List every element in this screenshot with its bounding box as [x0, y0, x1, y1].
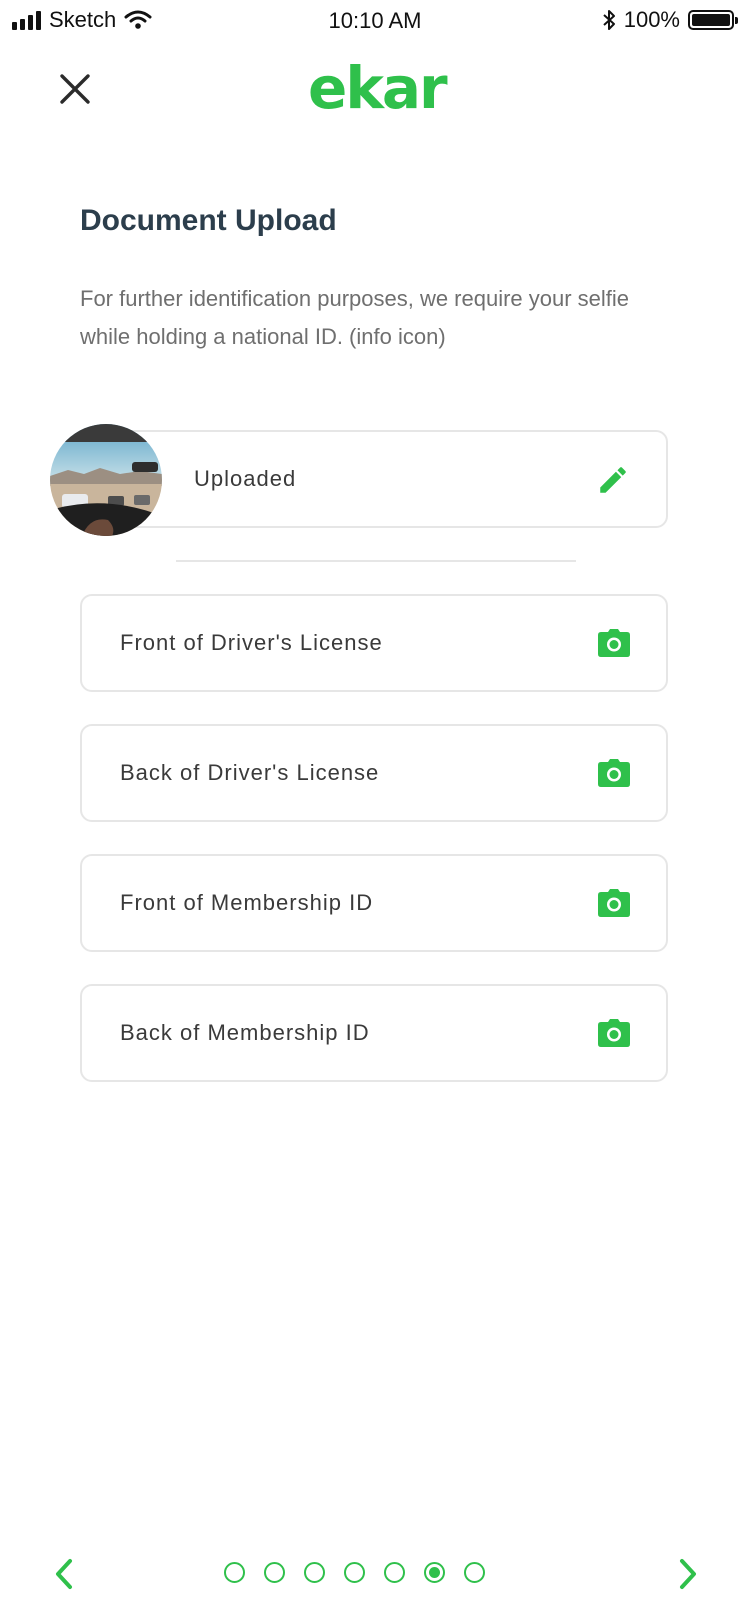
doc-card-front-membership-id[interactable]: Front of Membership ID: [80, 854, 668, 952]
doc-card-back-membership-id[interactable]: Back of Membership ID: [80, 984, 668, 1082]
doc-card-label: Back of Driver's License: [120, 760, 380, 785]
doc-card-label: Front of Membership ID: [120, 890, 374, 915]
doc-card-back-driver-license[interactable]: Back of Driver's License: [80, 724, 668, 822]
camera-icon[interactable]: [598, 759, 630, 787]
step-dot[interactable]: [384, 1562, 405, 1583]
camera-icon[interactable]: [598, 1019, 630, 1047]
battery-icon: [688, 10, 738, 30]
ekar-logo: ekar: [308, 54, 448, 122]
pencil-icon[interactable]: [596, 463, 630, 497]
step-dot[interactable]: [304, 1562, 325, 1583]
chevron-left-icon[interactable]: [50, 1556, 80, 1592]
camera-icon[interactable]: [598, 889, 630, 917]
selfie-upload-card[interactable]: Uploaded: [80, 430, 668, 528]
selfie-status-label: Uploaded: [194, 466, 297, 491]
doc-card-label: Front of Driver's License: [120, 630, 383, 655]
step-dot[interactable]: [224, 1562, 245, 1583]
step-dot[interactable]: [264, 1562, 285, 1583]
step-dot[interactable]: [344, 1562, 365, 1583]
doc-card-label: Back of Membership ID: [120, 1020, 370, 1045]
chevron-right-icon[interactable]: [672, 1556, 702, 1592]
selfie-thumbnail: [50, 424, 162, 536]
close-icon[interactable]: [54, 68, 96, 110]
doc-card-front-driver-license[interactable]: Front of Driver's License: [80, 594, 668, 692]
status-right: 100%: [602, 7, 738, 33]
section-divider: [176, 560, 576, 562]
step-indicator: [224, 1562, 485, 1583]
page-description: For further identification purposes, we …: [80, 286, 630, 349]
camera-icon[interactable]: [598, 629, 630, 657]
step-dot[interactable]: [464, 1562, 485, 1583]
status-bar: Sketch 10:10 AM 100%: [0, 0, 750, 42]
bluetooth-icon: [603, 10, 615, 30]
page-title: Document Upload: [80, 204, 337, 237]
battery-percent: 100%: [623, 7, 680, 32]
step-dot[interactable]: [424, 1562, 445, 1583]
